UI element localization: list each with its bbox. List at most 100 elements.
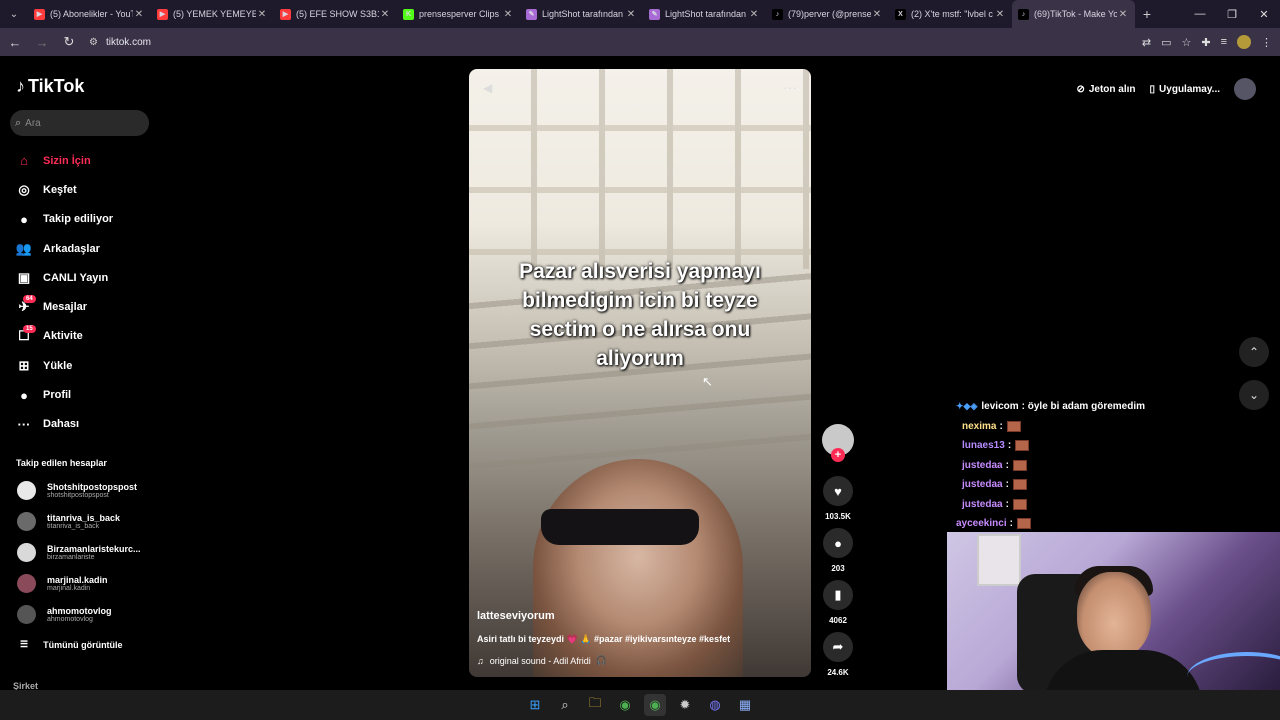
view-all-button[interactable]: ☰ Tümünü görüntüle bbox=[20, 639, 123, 650]
close-tab-icon[interactable]: ✕ bbox=[994, 9, 1006, 20]
taskbar-app-icon[interactable]: ▦ bbox=[734, 694, 756, 716]
extensions-icon[interactable]: ✚ bbox=[1201, 36, 1210, 49]
video-sound[interactable]: ♫ original sound - Adil Afridi 🎧 bbox=[477, 655, 607, 666]
browser-tab[interactable]: ▶ (5) YEMEK YEMEYE ÖLÜYOR✕ bbox=[151, 0, 274, 28]
sidebar-item-label: Takip ediliyor bbox=[43, 213, 114, 226]
sidebar-item[interactable]: ● Takip ediliyor bbox=[14, 205, 113, 234]
share-icon: ➦ bbox=[823, 632, 853, 662]
profile-avatar[interactable] bbox=[1237, 35, 1251, 49]
sidebar-item[interactable]: ··· Dahası bbox=[14, 410, 113, 439]
followed-account[interactable]: titanriva_is_back titanriva_is_back bbox=[17, 512, 120, 531]
forward-icon[interactable]: → bbox=[30, 30, 54, 54]
new-tab-button[interactable]: + bbox=[1135, 6, 1159, 22]
share-button[interactable]: ➦ 24.6K bbox=[822, 632, 854, 677]
chat-text: : öyle bi adam göremedim bbox=[1021, 401, 1146, 413]
followed-account[interactable]: Shotshitpostopspost shotshitpostopspost bbox=[17, 481, 137, 500]
tab-search-chevron-icon[interactable]: ⌄ bbox=[0, 0, 28, 28]
get-coins-button[interactable]: ⊘ Jeton alın bbox=[1076, 84, 1135, 95]
save-button[interactable]: ▮ 4062 bbox=[822, 580, 854, 625]
previous-video-button[interactable]: ⌃ bbox=[1239, 337, 1269, 367]
taskbar-app-icon[interactable]: ◉ bbox=[614, 694, 636, 716]
next-video-button[interactable]: ⌄ bbox=[1239, 380, 1269, 410]
sidebar-item[interactable]: ⌂ Sizin İçin bbox=[14, 146, 113, 175]
like-button[interactable]: ♥ 103.5K bbox=[822, 476, 854, 521]
close-tab-icon[interactable]: ✕ bbox=[871, 9, 883, 20]
browser-tab[interactable]: ✎ LightShot tarafından ✕ bbox=[643, 0, 766, 28]
search-placeholder: Ara bbox=[25, 117, 41, 129]
translate-icon[interactable]: ⇄ bbox=[1142, 36, 1151, 49]
browser-tab[interactable]: ♪ (79)perver (@prensesperver)✕ bbox=[766, 0, 889, 28]
hashtags[interactable]: #pazar #iyikivarsınteyze #kesfet bbox=[594, 634, 730, 644]
creator-avatar[interactable]: + bbox=[822, 424, 854, 462]
chat-username: nexima bbox=[962, 420, 997, 432]
browser-tab[interactable]: ♪ (69)TikTok - Make Your Day✕ bbox=[1012, 0, 1135, 28]
chat-text: : bbox=[1005, 479, 1009, 491]
back-icon[interactable]: ← bbox=[3, 30, 27, 54]
sidebar: ♪ TikTok ⌕ Ara ⌂ Sizin İçin ◎ Keşfet ● Takip … bbox=[0, 56, 160, 690]
site-info-icon[interactable]: ⚙ bbox=[89, 37, 98, 48]
windows-taskbar: ⊞ ⌕ 🗀 ◉ ◉ ✹ ◍ ▦ bbox=[0, 690, 1280, 720]
browser-tab[interactable]: ✎ LightShot tarafından ✕ bbox=[520, 0, 643, 28]
sidebar-item-icon: ··· bbox=[17, 416, 31, 432]
close-tab-icon[interactable]: ✕ bbox=[133, 9, 145, 20]
close-tab-icon[interactable]: ✕ bbox=[625, 9, 637, 20]
followed-account[interactable]: Birzamanlaristekurc... birzamanlariste bbox=[17, 543, 141, 562]
taskbar-app-icon[interactable]: ✹ bbox=[674, 694, 696, 716]
heart-icon: ♥ bbox=[823, 476, 853, 506]
close-tab-icon[interactable]: ✕ bbox=[502, 9, 514, 20]
browser-tab[interactable]: Kprensesperver Clips ✕ bbox=[397, 0, 520, 28]
comment-button[interactable]: ● 203 bbox=[822, 528, 854, 573]
close-tab-icon[interactable]: ✕ bbox=[748, 9, 760, 20]
browser-tab[interactable]: ▶ (5) Abonelikler - YouTube✕ bbox=[28, 0, 151, 28]
streamer-face bbox=[1077, 572, 1151, 658]
bookmark-star-icon[interactable]: ☆ bbox=[1181, 36, 1191, 49]
search-input[interactable]: ⌕ Ara bbox=[10, 110, 149, 136]
more-options-icon[interactable]: ··· bbox=[783, 79, 797, 95]
tab-title: prensesperver Clips bbox=[419, 9, 500, 19]
browser-menu-icon[interactable]: ⋮ bbox=[1261, 36, 1272, 49]
sidebar-item[interactable]: ● Profil bbox=[14, 380, 113, 409]
url-field[interactable]: ⚙ tiktok.com bbox=[89, 37, 151, 48]
user-avatar[interactable] bbox=[1234, 78, 1256, 100]
taskbar-app-icon[interactable]: ⌕ bbox=[554, 694, 576, 716]
close-window-icon[interactable]: ✕ bbox=[1248, 0, 1280, 28]
chat-text: : bbox=[1005, 459, 1009, 471]
video-actions: + ♥ 103.5K ● 203 ▮ 4062 ➦ 24.6K bbox=[822, 424, 854, 677]
account-username: shotshitpostopspost bbox=[47, 492, 109, 499]
get-app-button[interactable]: ▯ Uygulamay... bbox=[1150, 84, 1220, 95]
sidebar-item[interactable]: ✈ 64 Mesajlar bbox=[14, 292, 113, 321]
reload-icon[interactable]: ↻ bbox=[57, 30, 81, 54]
maximize-icon[interactable]: ❐ bbox=[1216, 0, 1248, 28]
video-player[interactable]: ◀ ··· Pazar alısverisi yapmayı bilmedigi… bbox=[469, 69, 811, 677]
browser-tab[interactable]: ▶ (5) EFE SHOW S3B19 ✕ bbox=[274, 0, 397, 28]
chat-emote-icon bbox=[1015, 440, 1030, 452]
cast-icon[interactable]: ▭ bbox=[1161, 36, 1171, 49]
follow-plus-icon[interactable]: + bbox=[831, 448, 845, 462]
minimize-icon[interactable]: — bbox=[1184, 0, 1216, 28]
close-tab-icon[interactable]: ✕ bbox=[379, 9, 391, 20]
tiktok-logo[interactable]: ♪ TikTok bbox=[16, 76, 84, 97]
chat-username: lunaes13 bbox=[962, 440, 1005, 452]
close-tab-icon[interactable]: ✕ bbox=[256, 9, 268, 20]
taskbar-app-icon[interactable]: ◍ bbox=[704, 694, 726, 716]
address-bar-actions: ⇄ ▭ ☆ ✚ ≡ ⋮ bbox=[1142, 28, 1272, 56]
video-username[interactable]: latteseviyorum bbox=[477, 610, 555, 622]
tab-title: (2) X'te mstf: "lvbel c bbox=[911, 9, 993, 19]
sidebar-item[interactable]: ⊞ Yükle bbox=[14, 351, 113, 380]
media-icon[interactable]: ≡ bbox=[1221, 36, 1227, 48]
sidebar-item[interactable]: ◎ Keşfet bbox=[14, 175, 113, 204]
sidebar-item[interactable]: 👥 Arkadaşlar bbox=[14, 234, 113, 263]
account-name: ahmomotovlog bbox=[47, 606, 112, 616]
followed-account[interactable]: ahmomotovlog ahmomotovlog bbox=[17, 605, 112, 624]
mute-icon[interactable]: ◀ bbox=[483, 81, 492, 95]
taskbar-app-icon[interactable]: 🗀 bbox=[584, 694, 606, 716]
chevron-up-icon: ⌃ bbox=[1248, 345, 1260, 359]
sidebar-item[interactable]: ☐ 15 Aktivite bbox=[14, 322, 113, 351]
comment-icon: ● bbox=[823, 528, 853, 558]
followed-account[interactable]: marjinal.kadin marjinal.kadin bbox=[17, 574, 108, 593]
taskbar-app-icon[interactable]: ◉ bbox=[644, 694, 666, 716]
close-tab-icon[interactable]: ✕ bbox=[1117, 9, 1129, 20]
taskbar-app-icon[interactable]: ⊞ bbox=[524, 694, 546, 716]
sidebar-item[interactable]: ▣ CANLI Yayın bbox=[14, 263, 113, 292]
browser-tab[interactable]: X (2) X'te mstf: "lvbel c ✕ bbox=[889, 0, 1012, 28]
